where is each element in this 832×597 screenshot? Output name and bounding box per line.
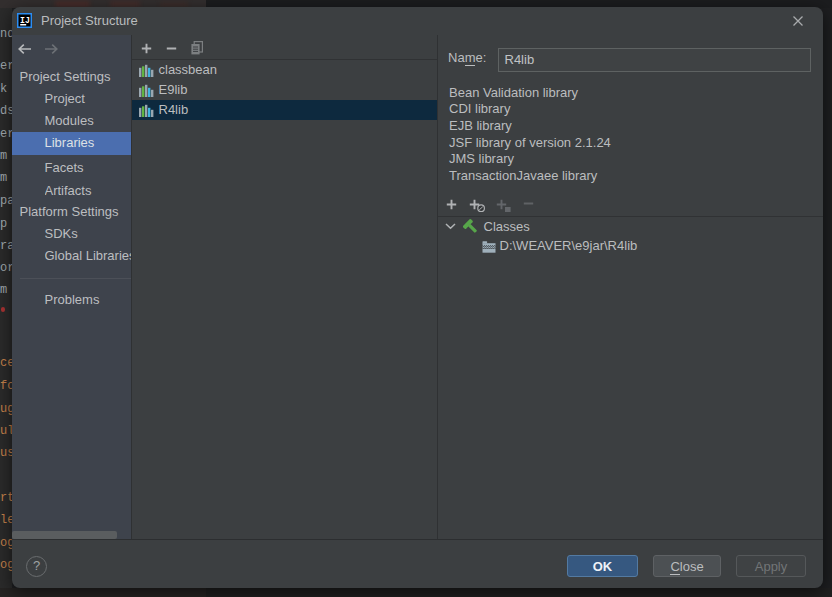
svg-text:IJ: IJ — [20, 16, 30, 25]
